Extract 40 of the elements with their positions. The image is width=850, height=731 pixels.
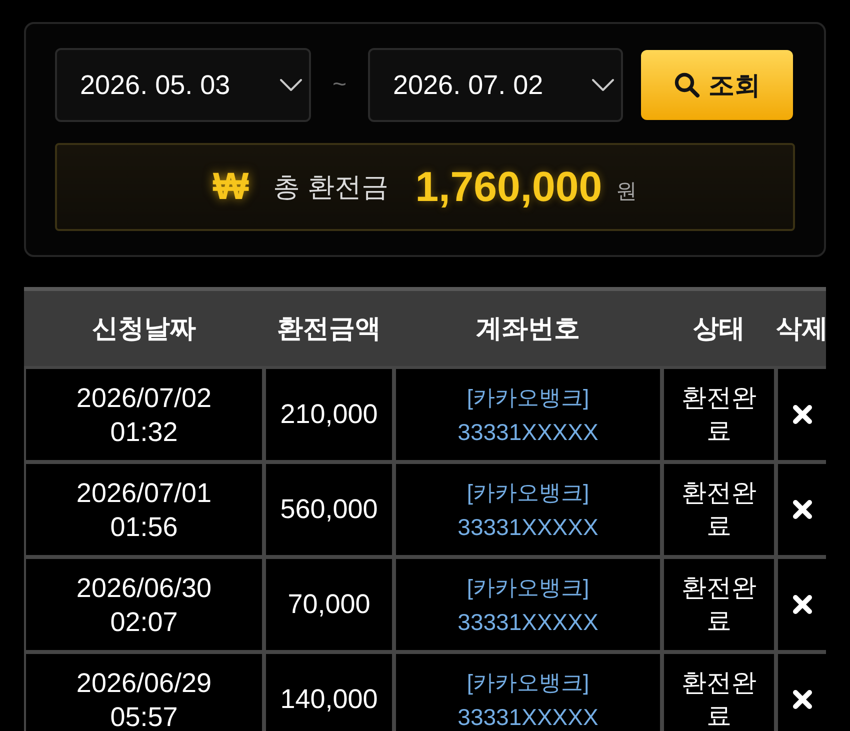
date-cell: 2026/07/02 01:32 [26, 369, 262, 460]
bank-name: [카카오뱅크] [466, 574, 590, 602]
currency-unit: 원 [616, 179, 638, 205]
account-number: 33331XXXXX [458, 702, 598, 731]
date-cell: 2026/07/01 01:56 [26, 464, 262, 555]
bank-name: [카카오뱅크] [466, 478, 590, 507]
bank-name: [카카오뱅크] [466, 384, 590, 412]
bank-name: [카카오뱅크] [466, 668, 590, 697]
chevron-down-icon [592, 79, 614, 91]
date-cell: 2026/06/29 05:57 [26, 654, 262, 731]
amount-cell: 140,000 [266, 654, 392, 731]
date-select[interactable]: 2026. 07. 02 [368, 48, 623, 122]
chevron-down-icon [280, 79, 302, 91]
range-separator: ~ [332, 71, 346, 99]
total-label: 총 환전금 [272, 171, 388, 204]
delete-icon[interactable] [792, 689, 812, 710]
date-cell: 2026/06/30 02:07 [26, 559, 262, 650]
status-text: 환전완료 [680, 382, 758, 446]
account-number: 33331XXXXX [458, 512, 598, 542]
column-header: 환전금액 [277, 312, 381, 345]
status-text: 환전완료 [680, 572, 758, 636]
date-select[interactable]: 2026. 05. 03 [55, 48, 311, 122]
column-header: 계좌번호 [476, 312, 580, 345]
column-header: 상태 [693, 312, 745, 345]
column-header: 삭제 [776, 312, 828, 345]
currency-symbol: ₩ [212, 166, 249, 208]
status-text: 환전완료 [680, 668, 758, 731]
status-text: 환전완료 [680, 478, 758, 542]
amount-cell: 210,000 [266, 369, 392, 460]
account-number: 33331XXXXX [458, 608, 598, 636]
search-button[interactable]: 조회 [641, 50, 793, 120]
amount-cell: 70,000 [266, 559, 392, 650]
column-header: 신청날짜 [92, 312, 196, 345]
delete-icon[interactable] [792, 404, 812, 425]
delete-icon[interactable] [792, 594, 812, 615]
account-number: 33331XXXXX [458, 418, 598, 446]
search-icon [674, 72, 700, 98]
amount-cell: 560,000 [266, 464, 392, 555]
delete-icon[interactable] [792, 499, 812, 520]
total-amount: 1,760,000 [415, 163, 602, 211]
